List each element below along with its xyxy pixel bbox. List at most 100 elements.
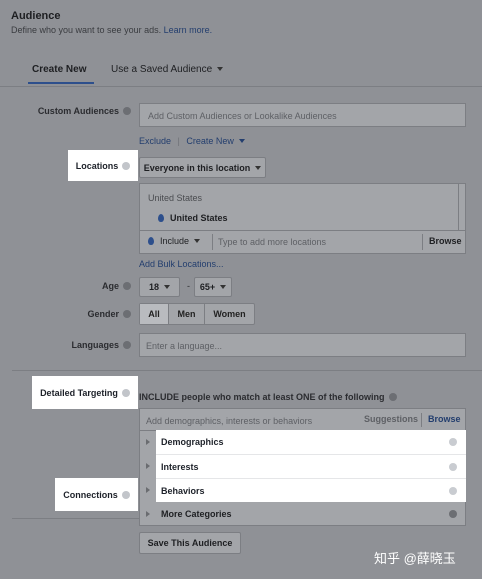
link-divider: | — [177, 136, 180, 146]
age-min-value: 18 — [148, 282, 159, 292]
suggestions-button[interactable]: Suggestions — [364, 414, 418, 424]
chevron-down-icon — [217, 67, 224, 71]
age-label: Age — [10, 281, 131, 291]
detailed-targeting-input[interactable]: Add demographics, interests or behaviors… — [139, 408, 466, 432]
location-type-label: Everyone in this location — [143, 162, 251, 173]
info-icon — [388, 393, 397, 401]
gender-toggle: All Men Women — [139, 303, 255, 325]
include-criteria-text: INCLUDE people who match at least ONE of… — [139, 392, 397, 402]
include-divider — [212, 234, 213, 250]
gender-label-text: Gender — [87, 309, 119, 319]
include-dropdown[interactable]: Include — [148, 236, 201, 246]
expand-arrow-icon — [146, 511, 150, 517]
tab-saved-audience[interactable]: Use a Saved Audience — [111, 64, 224, 75]
languages-input[interactable]: Enter a language... — [139, 333, 466, 357]
locations-browse-button[interactable]: Browse — [429, 236, 462, 246]
gender-label: Gender — [10, 309, 131, 319]
browse-divider — [422, 234, 423, 250]
languages-placeholder: Enter a language... — [146, 341, 223, 351]
expand-arrow-icon — [146, 463, 150, 469]
location-pin-icon — [148, 237, 154, 245]
locations-divider — [140, 230, 465, 231]
gender-option-all[interactable]: All — [140, 304, 169, 324]
menu-item-behaviors[interactable]: Behaviors — [139, 478, 466, 502]
chevron-down-icon — [255, 165, 262, 170]
location-pin-icon — [158, 214, 164, 222]
menu-item-interests[interactable]: Interests — [139, 454, 466, 478]
info-icon — [121, 388, 130, 397]
detailed-targeting-label: Detailed Targeting — [32, 376, 138, 409]
selected-location[interactable]: United States — [158, 213, 228, 223]
menu-item-behaviors-row: Behaviors — [156, 478, 466, 502]
age-label-text: Age — [101, 281, 119, 291]
info-icon — [449, 510, 457, 518]
learn-more-link[interactable]: Learn more. — [164, 25, 213, 35]
create-new-link[interactable]: Create New — [186, 136, 234, 146]
info-icon — [123, 341, 131, 349]
age-min-dropdown[interactable]: 18 — [139, 277, 180, 297]
connections-label-text: Connections — [63, 489, 118, 500]
expand-arrow-icon — [146, 439, 150, 445]
info-icon — [123, 310, 131, 318]
subtitle-text: Define who you want to see your ads. — [11, 25, 162, 35]
country-header: United States — [148, 193, 203, 203]
chevron-down-icon — [238, 139, 245, 143]
include-label: Include — [160, 236, 190, 246]
menu-item-interests-row: Interests — [156, 454, 466, 478]
locations-box: United States United States Include Type… — [139, 183, 466, 254]
custom-audiences-input[interactable]: Add Custom Audiences or Lookalike Audien… — [139, 103, 466, 127]
menu-item-label: Interests — [161, 461, 199, 472]
chevron-down-icon — [164, 285, 170, 289]
menu-item-label: More Categories — [161, 509, 232, 519]
languages-label: Languages — [10, 340, 131, 350]
locations-label-text: Locations — [75, 160, 119, 171]
menu-item-label: Behaviors — [161, 485, 205, 496]
info-icon — [449, 463, 457, 471]
section-subtitle: Define who you want to see your ads. Lea… — [11, 25, 212, 35]
tab-saved-audience-label: Use a Saved Audience — [111, 64, 213, 75]
exclude-link[interactable]: Exclude — [139, 136, 171, 146]
custom-audiences-label: Custom Audiences — [10, 106, 131, 116]
detailed-targeting-label-text: Detailed Targeting — [40, 387, 118, 398]
add-bulk-locations-link[interactable]: Add Bulk Locations... — [139, 259, 224, 269]
tab-create-new[interactable]: Create New — [28, 58, 94, 84]
connections-divider — [12, 518, 139, 519]
selected-location-label: United States — [170, 213, 228, 223]
age-max-dropdown[interactable]: 65+ — [194, 277, 232, 297]
tabs-divider — [0, 86, 482, 87]
custom-audiences-actions: Exclude | Create New — [139, 136, 245, 146]
detailed-targeting-placeholder: Add demographics, interests or behaviors — [146, 416, 313, 426]
info-icon — [122, 161, 131, 170]
gender-option-women[interactable]: Women — [205, 304, 254, 324]
menu-item-demographics-row: Demographics — [156, 430, 466, 454]
targeting-browse-button[interactable]: Browse — [428, 414, 461, 424]
browse-divider — [421, 413, 422, 427]
locations-scrollbar[interactable] — [458, 184, 459, 230]
custom-audiences-placeholder: Add Custom Audiences or Lookalike Audien… — [148, 111, 337, 121]
age-dash: - — [187, 281, 190, 291]
location-type-dropdown[interactable]: Everyone in this location — [139, 157, 266, 178]
menu-item-more-categories[interactable]: More Categories — [139, 502, 466, 526]
info-icon — [449, 487, 457, 495]
expand-arrow-icon — [146, 487, 150, 493]
info-icon — [121, 490, 130, 499]
connections-label: Connections — [55, 478, 138, 511]
gender-option-men[interactable]: Men — [169, 304, 205, 324]
info-icon — [449, 438, 457, 446]
section-divider — [12, 370, 482, 371]
info-icon — [123, 282, 131, 290]
add-location-input[interactable]: Type to add more locations — [218, 237, 326, 247]
chevron-down-icon — [220, 285, 227, 289]
custom-audiences-label-text: Custom Audiences — [37, 106, 119, 116]
age-max-value: 65+ — [199, 282, 216, 292]
menu-item-demographics[interactable]: Demographics — [139, 430, 466, 454]
locations-label: Locations — [68, 150, 138, 181]
info-icon — [123, 107, 131, 115]
languages-label-text: Languages — [71, 340, 119, 350]
save-audience-button[interactable]: Save This Audience — [139, 532, 241, 554]
section-title: Audience — [11, 10, 61, 22]
watermark: 知乎 @薛晓玉 — [374, 551, 456, 566]
include-criteria-label: INCLUDE people who match at least ONE of… — [139, 392, 385, 402]
menu-item-label: Demographics — [161, 437, 224, 447]
tab-create-new-label: Create New — [32, 64, 87, 75]
